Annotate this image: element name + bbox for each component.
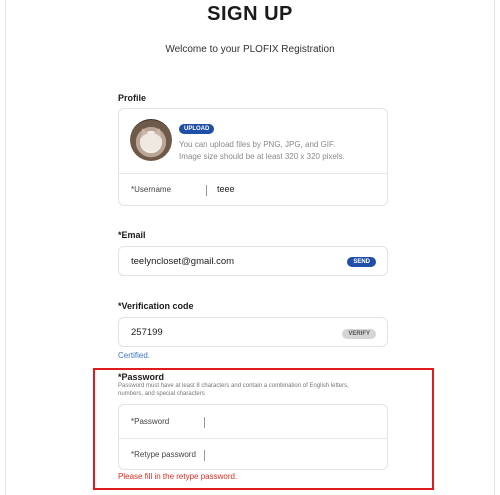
page-subtitle: Welcome to your PLOFIX Registration bbox=[165, 44, 335, 55]
upload-note-line2: Image size should be at least 320 x 320 … bbox=[179, 152, 345, 161]
password-label: *Password bbox=[118, 372, 165, 382]
retype-password-label: *Retype password bbox=[131, 450, 196, 459]
password-input[interactable] bbox=[209, 411, 379, 433]
page-border-right bbox=[494, 0, 495, 495]
password-field-label: *Password bbox=[131, 417, 170, 426]
email-label: *Email bbox=[118, 230, 146, 240]
profile-divider bbox=[119, 173, 387, 174]
profile-card: UPLOAD You can upload files by PNG, JPG,… bbox=[118, 108, 388, 206]
email-field[interactable]: teelyncloset@gmail.com bbox=[131, 256, 234, 267]
email-field-card: teelyncloset@gmail.com SEND bbox=[118, 246, 388, 276]
password-hint-line2: numbers, and special characters bbox=[118, 390, 205, 397]
retype-password-input[interactable] bbox=[209, 444, 379, 466]
avatar[interactable] bbox=[130, 119, 172, 161]
password-hint: Password must have at least 8 characters… bbox=[118, 383, 398, 398]
password-cursor bbox=[204, 417, 205, 428]
profile-label: Profile bbox=[118, 93, 147, 103]
verification-label: *Verification code bbox=[118, 301, 194, 311]
upload-note-line1: You can upload files by PNG, JPG, and GI… bbox=[179, 140, 336, 149]
upload-note: You can upload files by PNG, JPG, and GI… bbox=[179, 139, 379, 163]
page-title: SIGN UP bbox=[207, 3, 293, 25]
profile-image-section: UPLOAD You can upload files by PNG, JPG,… bbox=[119, 109, 387, 173]
password-card: *Password *Retype password bbox=[118, 404, 388, 470]
verification-field-card: 257199 VERIFY bbox=[118, 317, 388, 347]
page-border-left bbox=[5, 0, 6, 495]
verification-code-field[interactable]: 257199 bbox=[131, 327, 163, 338]
username-field[interactable]: teee bbox=[217, 184, 235, 194]
verify-button[interactable]: VERIFY bbox=[342, 329, 376, 339]
retype-password-cursor bbox=[204, 450, 205, 461]
send-button[interactable]: SEND bbox=[347, 257, 376, 267]
retype-password-error: Please fill in the retype password. bbox=[118, 472, 238, 481]
cat-face bbox=[140, 133, 162, 151]
username-separator bbox=[206, 185, 207, 196]
username-label: *Username bbox=[131, 185, 172, 194]
certified-status: Certified. bbox=[118, 351, 151, 360]
password-divider bbox=[119, 438, 387, 439]
upload-button[interactable]: UPLOAD bbox=[179, 124, 215, 134]
password-hint-line1: Password must have at least 8 characters… bbox=[118, 383, 349, 389]
